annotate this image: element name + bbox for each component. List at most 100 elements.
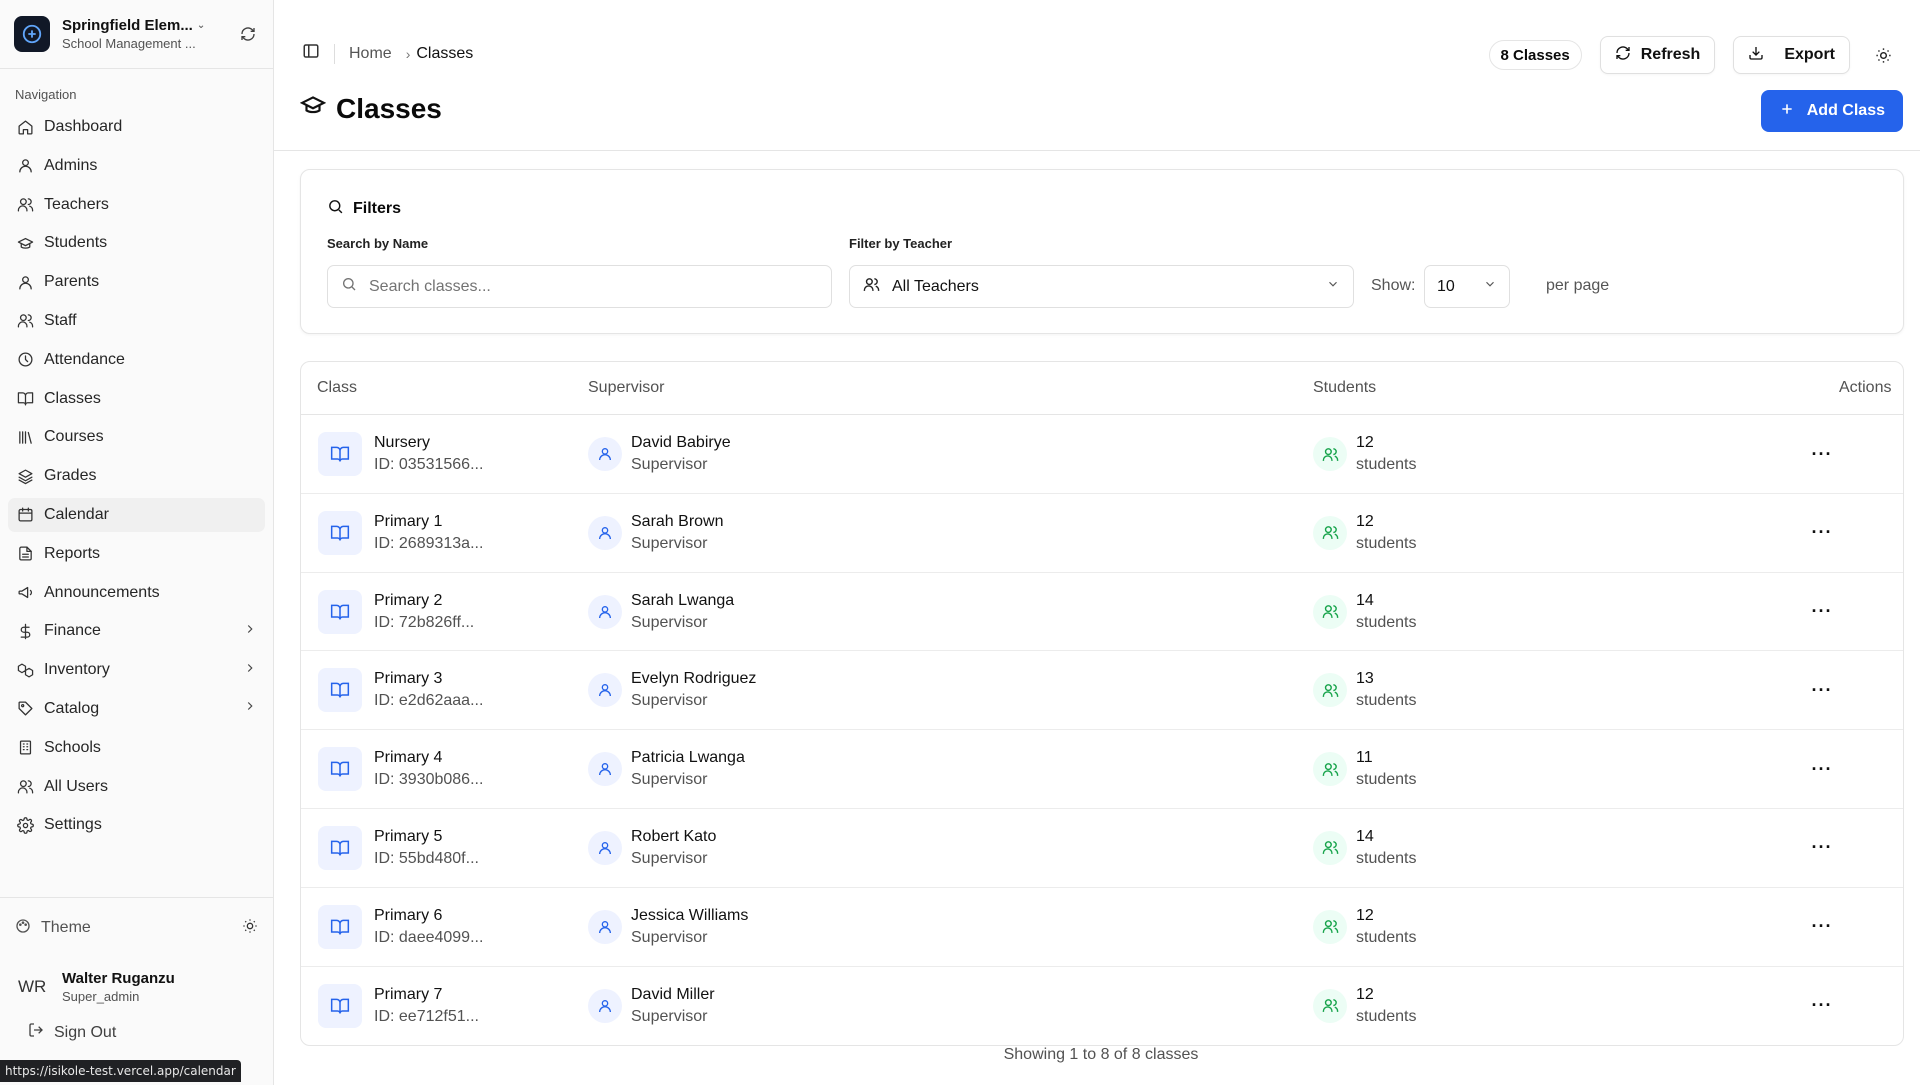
header-divider — [274, 150, 1920, 151]
student-count: 12 — [1356, 434, 1374, 451]
class-id: ID: daee4099... — [374, 928, 484, 946]
org-subtitle: School Management ... — [62, 36, 196, 51]
sidebar-item-grades[interactable]: Grades — [8, 459, 265, 493]
more-actions-button[interactable]: ··· — [1808, 915, 1836, 939]
theme-label: Theme — [41, 919, 91, 936]
more-actions-button[interactable]: ··· — [1808, 600, 1836, 624]
student-count: 12 — [1356, 985, 1374, 1003]
avatar: WR — [18, 977, 47, 996]
sidebar-item-reports[interactable]: Reports — [8, 537, 265, 571]
page-size-select[interactable]: 10 — [1424, 265, 1510, 308]
users-icon — [1313, 594, 1347, 629]
user-icon — [588, 830, 622, 865]
table-row[interactable]: Primary 7 ID: ee712f51... David Miller Supe… — [301, 967, 1903, 1045]
home-icon — [16, 118, 34, 136]
table-row[interactable]: Primary 3 ID: e2d62aaa... Evelyn Rodriguez… — [301, 651, 1903, 731]
export-button[interactable]: Export — [1733, 36, 1850, 74]
user-icon — [588, 988, 622, 1023]
sidebar-item-schools[interactable]: Schools — [8, 731, 265, 765]
more-actions-button[interactable]: ··· — [1808, 836, 1836, 860]
supervisor-name: Robert Kato — [631, 827, 717, 845]
sidebar-item-inventory[interactable]: Inventory — [8, 653, 265, 687]
sidebar-item-label: Announcements — [44, 583, 160, 601]
sidebar-item-classes[interactable]: Classes — [8, 382, 265, 416]
user-role: Super_admin — [62, 989, 140, 1004]
more-actions-button[interactable]: ··· — [1808, 757, 1836, 781]
table-row[interactable]: Primary 1 ID: 2689313a... Sarah Brown Super… — [301, 494, 1903, 573]
sidebar-item-admins[interactable]: Admins — [8, 149, 265, 183]
class-id: ID: 72b826ff... — [374, 613, 475, 631]
sidebar-item-settings[interactable]: Settings — [8, 808, 265, 842]
breadcrumb-home[interactable]: Home — [349, 45, 392, 63]
sidebar-toggle-icon[interactable] — [302, 42, 320, 65]
refresh-button[interactable]: Refresh — [1599, 36, 1716, 74]
header-actions: 8 Classes Refresh Export — [1488, 36, 1898, 74]
more-actions-button[interactable]: ··· — [1808, 521, 1836, 545]
sidebar-item-teachers[interactable]: Teachers — [8, 188, 265, 222]
search-placeholder: Search classes... — [369, 277, 491, 295]
sidebar-item-attendance[interactable]: Attendance — [8, 343, 265, 377]
sign-out-button[interactable]: Sign Out — [0, 1022, 273, 1043]
sidebar-item-staff[interactable]: Staff — [8, 304, 265, 338]
class-count-badge: 8 Classes — [1488, 40, 1582, 70]
sidebar-item-announcements[interactable]: Announcements — [8, 576, 265, 610]
user-icon — [588, 752, 622, 787]
sidebar-item-students[interactable]: Students — [8, 226, 265, 260]
user-icon — [16, 273, 34, 291]
theme-sun-icon[interactable] — [1868, 40, 1898, 70]
table-row[interactable]: Primary 6 ID: daee4099... Jessica Williams… — [301, 888, 1903, 967]
table-row[interactable]: Nursery ID: 03531566... David Babirye Super… — [301, 415, 1903, 494]
supervisor-name: Evelyn Rodriguez — [631, 670, 757, 688]
supervisor-role: Supervisor — [631, 849, 708, 867]
sun-icon[interactable] — [242, 918, 258, 939]
sidebar-item-label: Calendar — [44, 505, 109, 523]
student-count: 11 — [1356, 749, 1373, 767]
theme-toggle[interactable]: Theme — [0, 910, 273, 946]
user-icon — [588, 909, 622, 944]
plus-icon — [1779, 101, 1795, 122]
users-icon — [1313, 673, 1347, 708]
filters-card: Filters Search by Name Filter by Teacher… — [300, 169, 1904, 334]
book-open-icon — [318, 904, 362, 949]
class-id: ID: 55bd480f... — [374, 849, 479, 867]
teacher-select[interactable]: All Teachers — [849, 265, 1354, 308]
sidebar-item-label: Reports — [44, 544, 101, 562]
sync-icon[interactable] — [237, 23, 259, 45]
more-actions-button[interactable]: ··· — [1808, 994, 1836, 1018]
graduation-cap-icon — [16, 234, 34, 252]
users-icon — [1313, 752, 1347, 787]
sidebar-item-parents[interactable]: Parents — [8, 265, 265, 299]
breadcrumb: Home › Classes — [302, 42, 473, 65]
sidebar-item-calendar[interactable]: Calendar — [8, 497, 265, 532]
sidebar-item-finance[interactable]: Finance — [8, 614, 265, 648]
sidebar-item-label: Students — [44, 234, 108, 252]
student-count: 12 — [1356, 512, 1374, 530]
users-icon — [1313, 909, 1347, 944]
sidebar-item-label: Grades — [44, 467, 97, 485]
more-actions-button[interactable]: ··· — [1808, 442, 1836, 466]
calendar-icon — [16, 506, 34, 524]
table-header: Class Supervisor Students Actions — [301, 362, 1903, 415]
sidebar-item-all-users[interactable]: All Users — [8, 770, 265, 804]
table-row[interactable]: Primary 2 ID: 72b826ff... Sarah Lwanga Supe… — [301, 573, 1903, 652]
chevron-down-icon — [1483, 277, 1497, 296]
supervisor-name: Sarah Brown — [631, 512, 724, 530]
page-size-value: 10 — [1437, 277, 1455, 295]
sidebar-item-label: Settings — [44, 816, 102, 834]
more-actions-button[interactable]: ··· — [1808, 678, 1836, 702]
table-row[interactable]: Primary 4 ID: 3930b086... Patricia Lwanga S… — [301, 730, 1903, 809]
search-input[interactable]: Search classes... — [327, 265, 832, 308]
users-icon — [863, 276, 880, 298]
class-name: Primary 4 — [374, 749, 443, 767]
sidebar-item-label: Attendance — [44, 350, 125, 368]
sidebar-item-catalog[interactable]: Catalog — [8, 692, 265, 726]
sidebar-item-courses[interactable]: Courses — [8, 420, 265, 454]
table-row[interactable]: Primary 5 ID: 55bd480f... Robert Kato Super… — [301, 809, 1903, 888]
pagination-summary: Showing 1 to 8 of 8 classes — [1003, 1046, 1199, 1063]
sidebar-footer: Theme WR Walter Ruganzu Super_admin Sign… — [0, 897, 273, 1085]
sidebar-item-dashboard[interactable]: Dashboard — [8, 110, 265, 144]
add-class-button[interactable]: Add Class — [1760, 90, 1903, 132]
org-switcher[interactable]: Springfield Elem... ⌄ School Management .… — [0, 0, 273, 69]
nav-section-title: Navigation — [15, 87, 77, 102]
user-profile[interactable]: WR Walter Ruganzu Super_admin — [0, 970, 273, 1004]
